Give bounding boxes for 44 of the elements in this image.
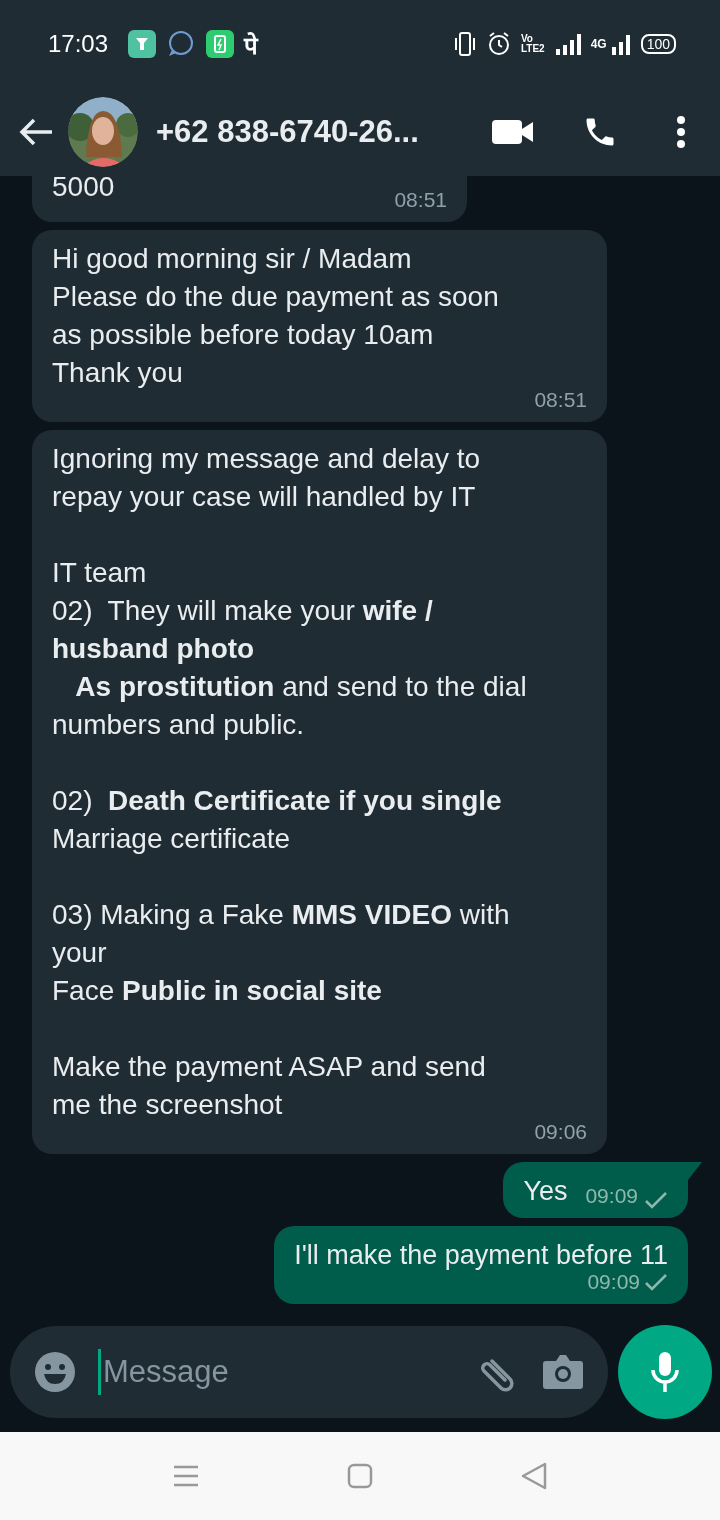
message-time: 08:51 [534, 387, 587, 413]
alarm-icon [486, 31, 511, 57]
volte-indicator: Vo LTE2 [520, 34, 545, 54]
message-text: As prostitution and send to the dial [74, 670, 527, 704]
message-text: your [52, 936, 107, 970]
message-text: Yes [523, 1175, 568, 1208]
message-text: repay your case will handled by IT [52, 480, 476, 514]
vibrate-icon [452, 31, 477, 57]
emoji-icon[interactable] [34, 1351, 76, 1393]
message-text: Hi good morning sir / Madam [52, 242, 412, 276]
sent-check-icon [644, 1190, 668, 1210]
message-text: 5000 [52, 176, 115, 204]
message-input[interactable]: Message [101, 1353, 456, 1391]
battery-saver-icon [206, 30, 235, 58]
message-text: 03) Making a Fake MMS VIDEO with [52, 898, 510, 932]
status-time: 17:03 [48, 30, 109, 58]
message-text: numbers and public. [52, 708, 305, 742]
message-text: Please do the due payment as soon [52, 280, 499, 314]
message-text: as possible before today 10am [52, 318, 434, 352]
message-text: Thank you [52, 356, 183, 390]
message-time: 09:09 [585, 1183, 638, 1209]
message-text: Make the payment ASAP and send [52, 1050, 486, 1084]
message-text: me the screenshot [52, 1088, 283, 1122]
network-type: 4G [590, 37, 607, 51]
camera-icon[interactable] [542, 1353, 584, 1391]
app-notification-glyph: पे [244, 30, 259, 61]
message-time: 08:51 [394, 187, 447, 213]
message-text: Marriage certificate [52, 822, 291, 856]
message-text: Face Public in social site [52, 974, 382, 1008]
message-text: IT team [52, 556, 147, 590]
message-time: 09:06 [534, 1119, 587, 1145]
sent-check-icon [644, 1272, 668, 1292]
message-text: 02) Death Certificate if you single [52, 784, 502, 818]
message-text: I'll make the payment before 11 [294, 1239, 668, 1272]
more-icon[interactable] [676, 115, 686, 149]
message-text: Ignoring my message and delay to [52, 442, 481, 476]
signal-icon [610, 32, 631, 56]
signal-icon [554, 32, 581, 56]
message-time: 09:09 [587, 1269, 640, 1295]
battery-level: 100 [640, 34, 676, 54]
notification-app-icon [128, 30, 157, 58]
contact-name[interactable]: +62 838-6740-26... [156, 114, 478, 150]
message-text: 02) They will make your wife / [52, 594, 433, 628]
message-text: husband photo [52, 632, 255, 666]
